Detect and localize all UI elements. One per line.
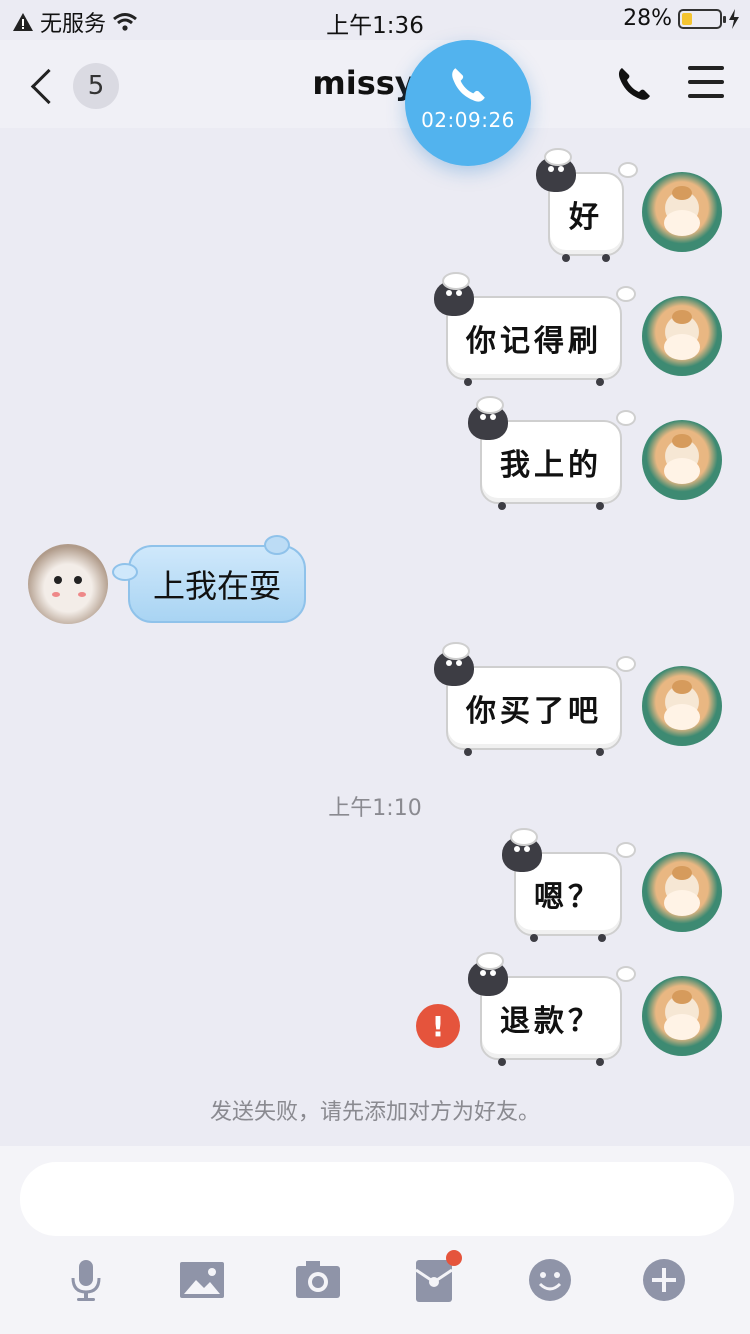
battery-icon [678,8,726,29]
send-failed-icon[interactable]: ! [416,1004,460,1048]
more-button[interactable] [640,1256,688,1306]
status-bar: 无服务 上午1:36 28% [0,0,750,40]
message-timestamp: 上午1:10 [328,796,422,821]
contact-avatar[interactable] [28,544,108,624]
send-failed-notice: 发送失败，请先添加对方为好友。 [209,1100,540,1125]
message-bubble[interactable]: 你记得刷 [434,272,636,386]
call-timer: 02:09:26 [421,108,515,132]
input-area [0,1146,750,1334]
my-avatar[interactable] [642,172,722,252]
message-bubble[interactable]: 你买了吧 [434,642,636,756]
my-avatar[interactable] [642,420,722,500]
message-bubble[interactable]: 上我在耍 [112,535,306,623]
battery-percent: 28% [623,6,672,31]
my-avatar[interactable] [642,666,722,746]
charging-icon [729,8,739,29]
message-bubble[interactable]: 好 [536,148,638,262]
message-bubble[interactable]: 退款？ [468,952,636,1066]
notification-dot [446,1250,462,1266]
emoji-icon [529,1259,571,1301]
menu-button[interactable] [688,66,724,100]
my-avatar[interactable] [642,976,722,1056]
phone-icon [452,68,485,102]
microphone-icon [71,1260,101,1301]
red-packet-button[interactable] [410,1250,462,1306]
message-text: 上我在耍 [152,567,281,605]
plus-icon [643,1259,685,1301]
chat-header: 5 missyo [0,40,750,128]
my-avatar[interactable] [642,296,722,376]
message-input[interactable] [20,1162,734,1236]
message-bubble[interactable]: 嗯？ [502,828,636,942]
message-text: 嗯？ [534,880,602,915]
message-text: 我上的 [500,448,602,483]
photo-button[interactable] [178,1256,226,1306]
phone-call-button[interactable] [614,64,654,104]
message-text: 退款？ [500,1004,602,1039]
message-text: 你记得刷 [466,324,602,359]
ongoing-call-bubble[interactable]: 02:09:26 [405,40,531,166]
message-bubble[interactable]: 我上的 [468,396,636,510]
voice-button[interactable] [62,1256,110,1306]
image-icon [180,1262,224,1298]
message-text: 好 [569,200,603,235]
message-text: 你买了吧 [466,694,602,729]
emoji-button[interactable] [526,1256,574,1306]
my-avatar[interactable] [642,852,722,932]
camera-icon [296,1261,340,1298]
input-toolbar [0,1250,750,1316]
camera-button[interactable] [294,1256,342,1306]
